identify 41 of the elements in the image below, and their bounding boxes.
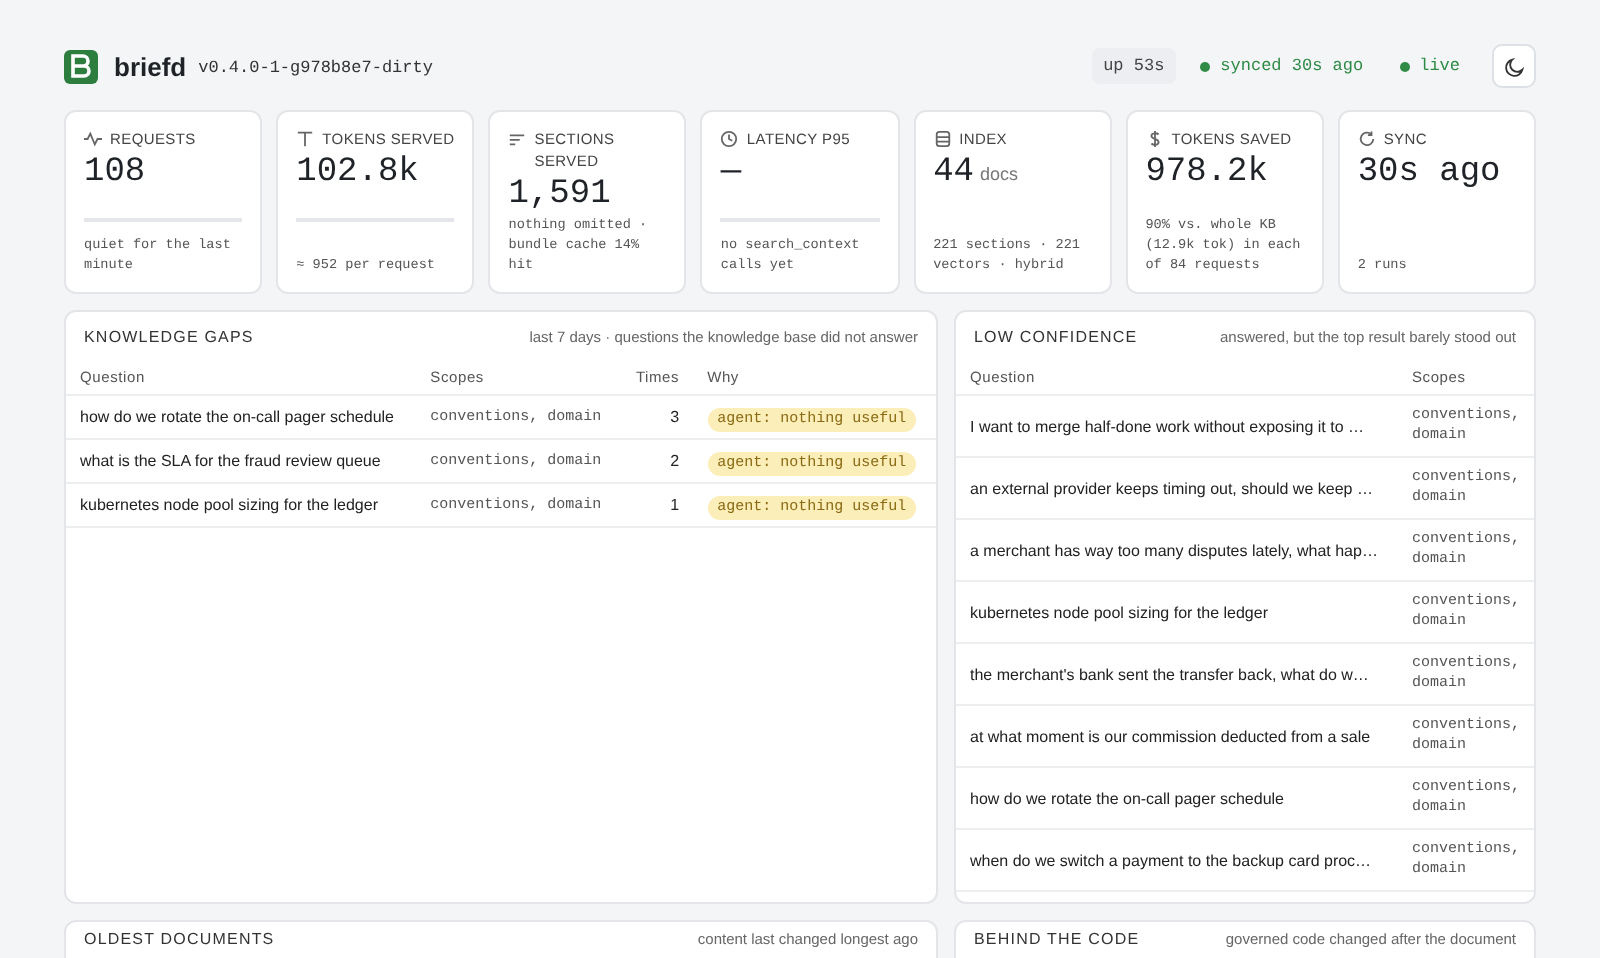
stat-value: 108 (84, 154, 146, 194)
stat-unit: docs (979, 162, 1018, 188)
question-cell: kubernetes node pool sizing for the ledger (66, 483, 417, 527)
panel-title: LOW CONFIDENCE (974, 328, 1138, 346)
panel-title: BEHIND THE CODE (974, 930, 1140, 948)
status-text: up 53s (1103, 56, 1165, 76)
question-cell: a merchant has way too many disputes lately, what hap… (956, 519, 1398, 581)
question-cell: what is the SLA for the fraud review queue (66, 439, 417, 483)
refresh-icon (1357, 130, 1376, 148)
clock-icon (720, 130, 739, 148)
stat-value: 44 (933, 154, 974, 194)
stat-value: — (720, 154, 742, 194)
question-cell: at what moment is our commission deducted from a sale (956, 705, 1398, 767)
status-text: synced 30s ago (1220, 56, 1364, 76)
times-cell: 2 (620, 439, 694, 483)
times-cell: 3 (620, 395, 694, 439)
lines-icon (508, 130, 527, 148)
stat-value: 30s ago (1357, 154, 1501, 194)
question-cell: when do we switch a payment to the backup card proc… (956, 829, 1398, 891)
question-cell: an external provider keeps timing out, should we keep … (956, 457, 1398, 519)
logo-icon (64, 49, 98, 83)
stat-value: 102.8k (296, 154, 419, 194)
question-cell: kubernetes node pool sizing for the ledger (956, 581, 1398, 643)
question-cell: the merchant's bank sent the transfer back, what do w… (956, 643, 1398, 705)
stat-value: 1,591 (508, 176, 611, 216)
database-icon (933, 130, 952, 148)
dollar-icon (1145, 130, 1164, 148)
stat-value: 978.2k (1145, 154, 1268, 194)
question-cell: how do we rotate the on-call pager schedule (956, 767, 1398, 829)
times-cell: 1 (620, 483, 694, 527)
version-label: v0.4.0-1-g978b8e7-dirty (198, 58, 433, 78)
question-cell: how do we rotate the on-call pager schedule (66, 395, 417, 439)
question-cell: I want to merge half-done work without exposing it to … (956, 395, 1398, 457)
moon-icon (1503, 55, 1525, 77)
panel-title: OLDEST DOCUMENTS (84, 930, 275, 948)
panel-title: KNOWLEDGE GAPS (84, 328, 254, 346)
pulse-icon (84, 130, 102, 148)
theme-toggle-button[interactable] (1492, 44, 1536, 88)
app-name: briefd (114, 51, 187, 81)
status-text: live (1419, 56, 1460, 76)
text-icon (296, 130, 315, 148)
